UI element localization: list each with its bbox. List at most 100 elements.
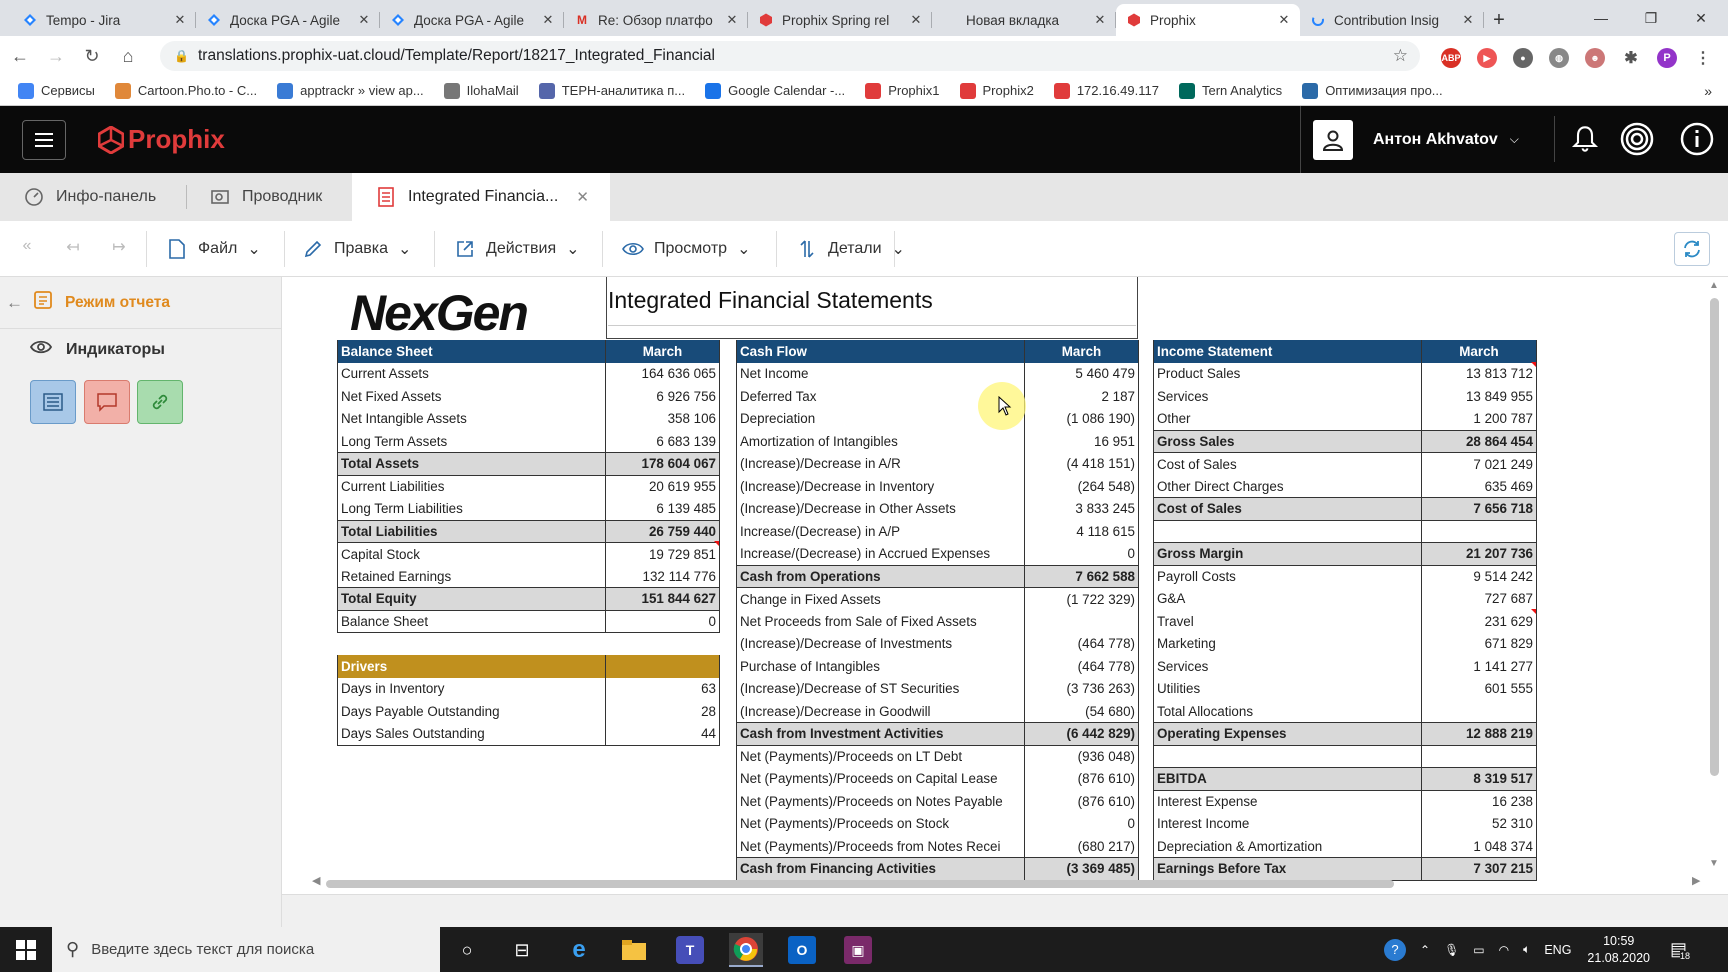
extension-avatar-icon[interactable]: ☻ — [1585, 48, 1605, 68]
cell-value[interactable]: 164 636 065 — [605, 362, 720, 385]
browser-tab[interactable]: Contribution Insig ✕ — [1300, 4, 1484, 36]
close-tab-icon[interactable]: ✕ — [1460, 12, 1476, 28]
close-tab-icon[interactable]: ✕ — [172, 12, 188, 28]
info-icon[interactable] — [1674, 116, 1720, 162]
horizontal-scrollbar[interactable]: ◀ ▶ — [300, 875, 1700, 890]
language-indicator[interactable]: ENG — [1544, 943, 1571, 957]
cell-value[interactable]: 28 864 454 — [1421, 429, 1537, 453]
cell-value[interactable]: (4 418 151) — [1024, 452, 1139, 475]
bookmark-item[interactable]: Оптимизация про... — [1302, 82, 1443, 99]
cell-value[interactable]: (1 722 329) — [1024, 587, 1139, 610]
bookmark-item[interactable]: IlohaMail — [443, 82, 519, 99]
cell-value[interactable]: 12 888 219 — [1421, 722, 1537, 746]
cell-value[interactable]: 7 656 718 — [1421, 497, 1537, 521]
cell-value[interactable]: 13 813 712 — [1421, 362, 1537, 385]
more-bookmarks-icon[interactable]: » — [1704, 83, 1712, 99]
cell-value[interactable]: 7 021 249 — [1421, 452, 1537, 475]
cell-value[interactable]: 13 849 955 — [1421, 385, 1537, 408]
battery-icon[interactable]: ▭ — [1473, 943, 1484, 957]
cell-value[interactable]: 1 048 374 — [1421, 835, 1537, 858]
redo-icon[interactable]: ↦ — [104, 237, 134, 263]
cell-value[interactable]: 7 662 588 — [1024, 564, 1139, 588]
bookmark-item[interactable]: Сервисы — [18, 82, 95, 99]
file-menu[interactable]: Файл ⌄ — [166, 221, 261, 277]
globe-icon[interactable]: ◍ — [1549, 48, 1569, 68]
cell-value[interactable]: (1 086 190) — [1024, 407, 1139, 430]
cell-value[interactable]: 52 310 — [1421, 812, 1537, 835]
cell-value[interactable]: 635 469 — [1421, 475, 1537, 498]
tab-explorer[interactable]: Проводник — [186, 173, 352, 221]
menu-kebab-icon[interactable]: ⋮ — [1693, 48, 1713, 68]
back-icon[interactable]: ← — [4, 40, 36, 72]
new-tab-button[interactable]: + — [1484, 4, 1514, 36]
volume-icon[interactable]: 🔈︎ — [1523, 942, 1530, 957]
edit-menu[interactable]: Правка ⌄ — [302, 221, 411, 277]
bookmark-item[interactable]: 172.16.49.117 — [1053, 82, 1159, 99]
cortana-icon[interactable]: ○ — [450, 933, 484, 967]
link-indicator-button[interactable] — [137, 380, 183, 424]
cell-value[interactable]: 0 — [1024, 542, 1139, 565]
reload-icon[interactable]: ↻ — [76, 40, 108, 72]
close-tab-icon[interactable]: ✕ — [1276, 12, 1292, 28]
comment-marker[interactable] — [1531, 362, 1536, 367]
url-bar[interactable]: 🔒 translations.prophix-uat.cloud/Templat… — [160, 41, 1420, 71]
bookmark-item[interactable]: Cartoon.Pho.to - C... — [114, 82, 257, 99]
browser-tab[interactable]: Доска PGA - Agile ✕ — [196, 4, 380, 36]
cell-value[interactable]: (936 048) — [1024, 745, 1139, 768]
cell-value[interactable]: 5 460 479 — [1024, 362, 1139, 385]
profile-avatar[interactable]: P — [1657, 48, 1677, 68]
cell-value[interactable]: (3 736 263) — [1024, 677, 1139, 700]
cell-value[interactable] — [1421, 700, 1537, 723]
cell-value[interactable]: 6 683 139 — [605, 430, 720, 453]
chevron-up-icon[interactable]: ⌃ — [1420, 943, 1430, 957]
list-indicator-button[interactable] — [30, 380, 76, 424]
file-explorer-icon[interactable] — [617, 933, 651, 967]
cell-value[interactable] — [1024, 610, 1139, 633]
cell-value[interactable]: 231 629 — [1421, 610, 1537, 633]
cell-value[interactable]: 6 926 756 — [605, 385, 720, 408]
target-icon[interactable] — [1614, 116, 1660, 162]
cell-value[interactable]: 3 833 245 — [1024, 497, 1139, 520]
cell-value[interactable]: 1 141 277 — [1421, 655, 1537, 678]
comment-marker[interactable] — [1531, 609, 1536, 614]
vertical-scrollbar[interactable]: ▲ ▼ — [1706, 280, 1722, 876]
vertical-scroll-thumb[interactable] — [1710, 298, 1719, 776]
help-icon[interactable]: ? — [1384, 938, 1406, 961]
cell-value[interactable]: 4 118 615 — [1024, 520, 1139, 543]
cell-value[interactable]: 16 238 — [1421, 790, 1537, 813]
edge-icon[interactable]: e — [562, 933, 596, 967]
cell-value[interactable]: 0 — [605, 610, 720, 633]
browser-tab[interactable]: Доска PGA - Agile ✕ — [380, 4, 564, 36]
wifi-icon[interactable]: ◠ — [1499, 943, 1509, 957]
extension-icon[interactable]: ▶ — [1477, 48, 1497, 68]
bookmark-item[interactable]: apptrackr » view ap... — [277, 82, 424, 99]
task-view-icon[interactable]: ⊟ — [505, 933, 539, 967]
view-menu[interactable]: Просмотр ⌄ — [622, 221, 750, 277]
bell-icon[interactable] — [1554, 116, 1614, 162]
close-tab-icon[interactable]: ✕ — [356, 12, 372, 28]
windows-start-icon[interactable] — [9, 933, 43, 967]
extension-circle-icon[interactable]: ● — [1513, 48, 1533, 68]
cell-value[interactable]: 358 106 — [605, 407, 720, 430]
clock[interactable]: 10:59 21.08.2020 — [1587, 933, 1650, 967]
close-tab-icon[interactable]: ✕ — [576, 188, 589, 206]
teams-icon[interactable]: T — [676, 936, 704, 964]
restore-button[interactable]: ❐ — [1626, 0, 1676, 36]
cell-value[interactable]: 21 207 736 — [1421, 542, 1537, 566]
puzzle-icon[interactable]: ✱ — [1621, 48, 1641, 68]
cell-value[interactable]: 1 200 787 — [1421, 407, 1537, 430]
first-page-icon[interactable]: « — [12, 237, 42, 263]
horizontal-scroll-thumb[interactable] — [326, 880, 1394, 888]
presentation-app-icon[interactable]: ▣ — [844, 936, 872, 964]
cell-value[interactable]: 28 — [605, 700, 720, 723]
browser-tab[interactable]: Prophix Spring rel ✕ — [748, 4, 932, 36]
hamburger-menu-button[interactable] — [22, 120, 66, 160]
close-tab-icon[interactable]: ✕ — [1092, 12, 1108, 28]
minimize-button[interactable]: — — [1576, 0, 1626, 36]
tab-info-panel[interactable]: Инфо-панель — [0, 173, 186, 221]
cell-value[interactable]: 26 759 440 — [605, 519, 720, 543]
cell-value[interactable]: 6 139 485 — [605, 497, 720, 520]
outlook-icon[interactable]: O — [788, 936, 816, 964]
close-tab-icon[interactable]: ✕ — [908, 12, 924, 28]
cell-value[interactable]: 63 — [605, 677, 720, 700]
